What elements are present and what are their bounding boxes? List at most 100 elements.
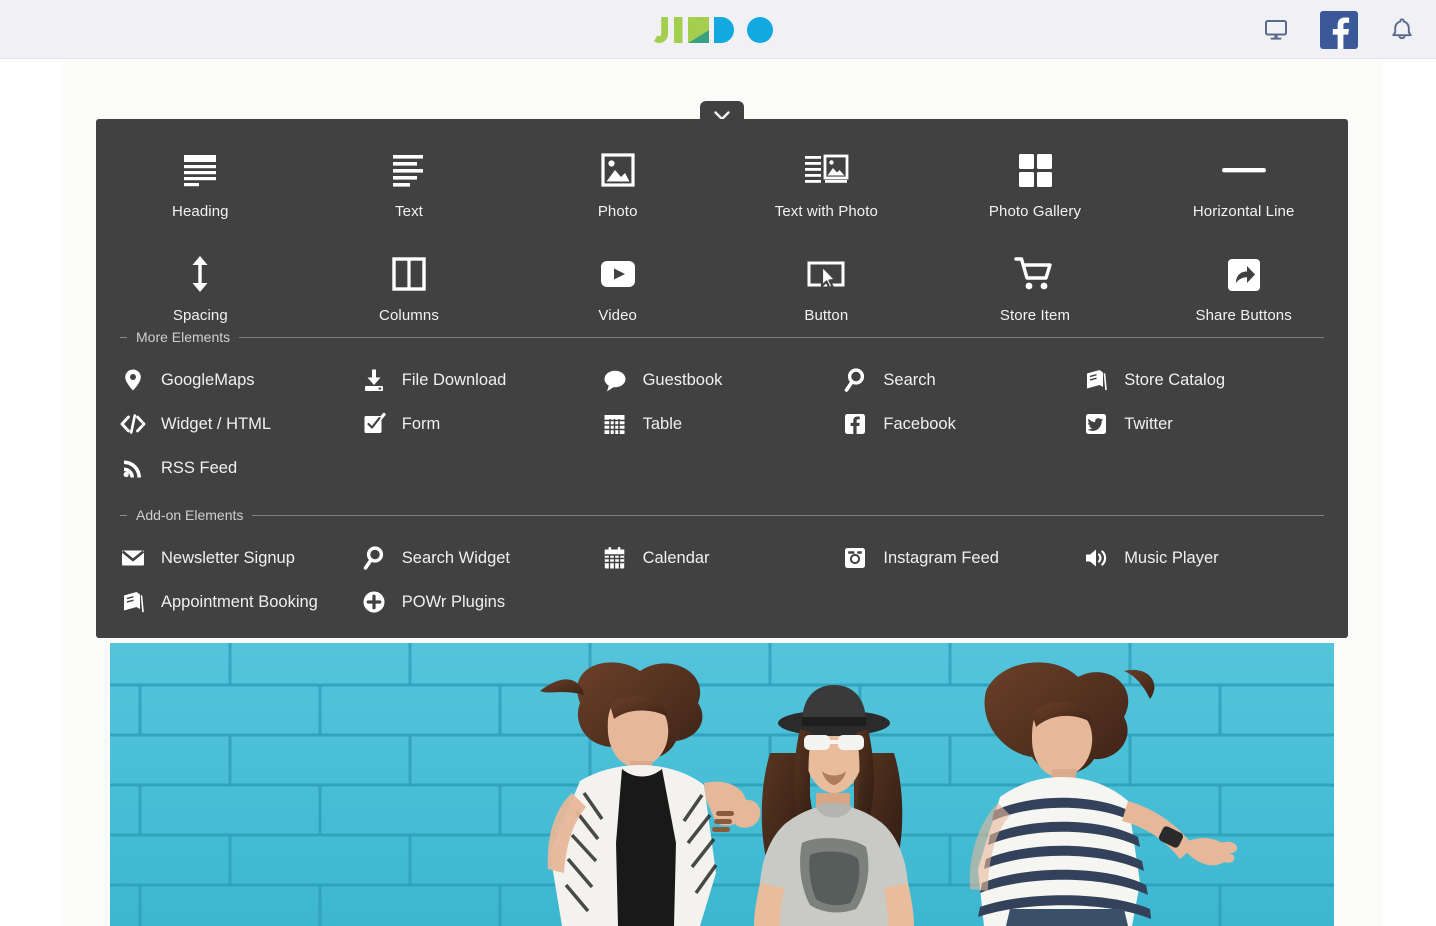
table-grid-icon <box>602 411 628 437</box>
columns-icon <box>386 251 432 297</box>
top-toolbar <box>0 0 1436 59</box>
element-music-player[interactable]: Music Player <box>1083 536 1324 580</box>
content-photo-block[interactable] <box>110 643 1334 926</box>
element-label: Spacing <box>172 307 228 324</box>
jimdo-logo <box>0 0 1436 59</box>
element-label: POWr Plugins <box>401 593 506 611</box>
more-elements-grid: GoogleMaps File Download Guestbook Searc… <box>120 358 1324 490</box>
element-search-widget[interactable]: Search Widget <box>361 536 602 580</box>
heading-icon <box>177 147 223 193</box>
element-label: Video <box>598 307 637 324</box>
element-facebook[interactable]: Facebook <box>842 402 1083 446</box>
magnifier-icon <box>842 367 868 393</box>
rss-icon <box>120 455 146 481</box>
element-guestbook[interactable]: Guestbook <box>602 358 843 402</box>
element-table[interactable]: Table <box>602 402 843 446</box>
book-icon <box>120 589 146 615</box>
element-text[interactable]: Text <box>305 133 514 231</box>
element-label: Columns <box>379 307 439 324</box>
element-picker-panel: Heading Text Photo Text with Photo Photo… <box>96 119 1348 638</box>
section-dash <box>120 336 127 338</box>
section-rule <box>239 336 1324 338</box>
element-label: Table <box>642 415 683 433</box>
photo-icon <box>595 147 641 193</box>
more-elements-section: More Elements GoogleMaps File Download G… <box>120 329 1324 490</box>
element-rss-feed[interactable]: RSS Feed <box>120 446 361 490</box>
store-item-cart-icon <box>1012 251 1058 297</box>
checkbox-icon <box>361 411 387 437</box>
element-calendar[interactable]: Calendar <box>602 536 843 580</box>
element-appointment-booking[interactable]: Appointment Booking <box>120 580 361 624</box>
file-download-icon <box>361 367 387 393</box>
facebook-icon[interactable] <box>1320 10 1358 49</box>
element-label: File Download <box>401 371 507 389</box>
book-icon <box>1083 367 1109 393</box>
element-label: Store Catalog <box>1124 371 1226 389</box>
element-label: Instagram Feed <box>883 549 999 567</box>
element-widget-html[interactable]: Widget / HTML <box>120 402 361 446</box>
element-label: Twitter <box>1124 415 1173 433</box>
element-share-buttons[interactable]: Share Buttons <box>1139 237 1348 335</box>
element-form[interactable]: Form <box>361 402 602 446</box>
element-file-download[interactable]: File Download <box>361 358 602 402</box>
element-label: Newsletter Signup <box>161 549 295 567</box>
map-pin-icon <box>120 367 146 393</box>
element-label: Text with Photo <box>774 203 878 220</box>
element-spacing[interactable]: Spacing <box>96 237 305 335</box>
element-heading[interactable]: Heading <box>96 133 305 231</box>
speech-bubble-icon <box>602 367 628 393</box>
element-label: Form <box>401 415 441 433</box>
element-googlemaps[interactable]: GoogleMaps <box>120 358 361 402</box>
section-title: Add-on Elements <box>136 507 244 523</box>
horizontal-line-icon <box>1214 147 1274 193</box>
element-label: Text <box>395 203 423 220</box>
element-store-catalog[interactable]: Store Catalog <box>1083 358 1324 402</box>
element-horizontal-line[interactable]: Horizontal Line <box>1139 133 1348 231</box>
section-title: More Elements <box>136 329 231 345</box>
element-label: Horizontal Line <box>1192 203 1295 220</box>
element-store-item[interactable]: Store Item <box>931 237 1140 335</box>
plus-circle-icon <box>361 589 387 615</box>
element-label: GoogleMaps <box>161 371 255 389</box>
calendar-icon <box>602 545 628 571</box>
element-label: Button <box>804 307 849 324</box>
addon-elements-header: Add-on Elements <box>120 507 1324 523</box>
element-photo-gallery[interactable]: Photo Gallery <box>931 133 1140 231</box>
element-label: Music Player <box>1124 549 1219 567</box>
element-video[interactable]: Video <box>513 237 722 335</box>
video-icon <box>595 251 641 297</box>
more-elements-header: More Elements <box>120 329 1324 345</box>
element-label: RSS Feed <box>161 459 238 477</box>
element-text-with-photo[interactable]: Text with Photo <box>722 133 931 231</box>
topbar-actions <box>1264 0 1414 59</box>
text-with-photo-icon <box>801 147 851 193</box>
element-label: Calendar <box>642 549 710 567</box>
element-powr-plugins[interactable]: POWr Plugins <box>361 580 602 624</box>
instagram-icon <box>842 545 868 571</box>
section-dash <box>120 514 127 516</box>
element-label: Search <box>883 371 936 389</box>
element-label: Photo Gallery <box>988 203 1082 220</box>
preview-monitor-icon[interactable] <box>1264 19 1288 41</box>
element-label: Appointment Booking <box>161 593 318 611</box>
addon-elements-grid: Newsletter Signup Search Widget Calendar… <box>120 536 1324 624</box>
spacing-icon <box>177 251 223 297</box>
element-twitter[interactable]: Twitter <box>1083 402 1324 446</box>
element-label: Search Widget <box>401 549 511 567</box>
element-newsletter-signup[interactable]: Newsletter Signup <box>120 536 361 580</box>
element-columns[interactable]: Columns <box>305 237 514 335</box>
speaker-volume-icon <box>1083 545 1109 571</box>
magnifier-icon <box>361 545 387 571</box>
addon-elements-section: Add-on Elements Newsletter Signup Search… <box>120 507 1324 624</box>
element-label: Widget / HTML <box>161 415 272 433</box>
element-label: Facebook <box>883 415 956 433</box>
element-search[interactable]: Search <box>842 358 1083 402</box>
element-photo[interactable]: Photo <box>513 133 722 231</box>
primary-elements-grid: Heading Text Photo Text with Photo Photo… <box>96 133 1348 335</box>
element-button[interactable]: Button <box>722 237 931 335</box>
facebook-square-icon <box>842 411 868 437</box>
notifications-bell-icon[interactable] <box>1390 17 1414 42</box>
section-rule <box>252 514 1324 516</box>
envelope-icon <box>120 545 146 571</box>
element-instagram-feed[interactable]: Instagram Feed <box>842 536 1083 580</box>
